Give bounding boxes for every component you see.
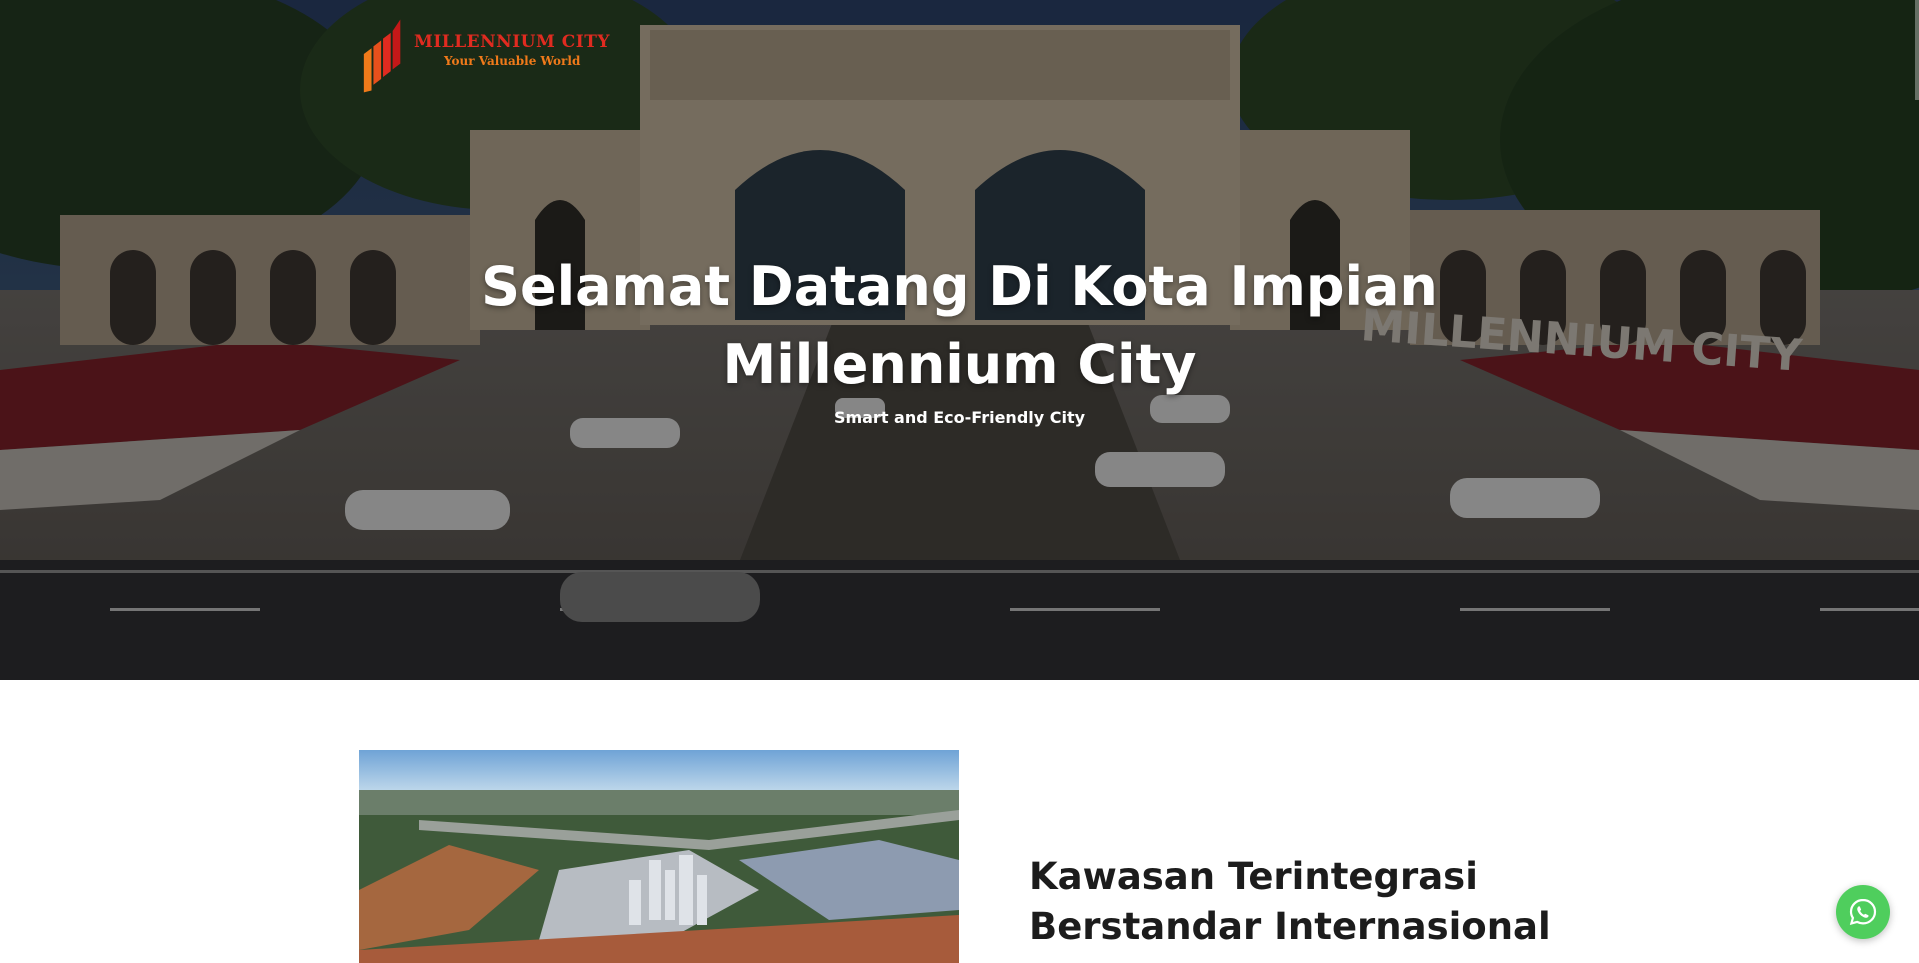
section-heading: Kawasan Terintegrasi Berstandar Internas… [1029,852,1589,952]
hero-banner: MILLENNIUM CITY MILLENNIUM CITY Your Val… [0,0,1919,680]
hero-subtitle: Smart and Eco-Friendly City [833,408,1086,427]
section-heading-line-2: Berstandar Internasional [1029,905,1551,948]
logo-tagline: Your Valuable World [444,54,581,68]
whatsapp-chat-button[interactable] [1836,885,1890,939]
hero-title-line-2: Millennium City [722,333,1197,396]
aerial-city-image [359,750,959,963]
section-heading-line-1: Kawasan Terintegrasi [1029,855,1478,898]
logo-mark-icon [363,19,401,93]
site-logo[interactable]: MILLENNIUM CITY Your Valuable World [360,14,610,94]
scrollbar-thumb[interactable] [1915,0,1919,100]
hero-title-line-1: Selamat Datang Di Kota Impian [481,255,1438,318]
hero-title: Selamat Datang Di Kota Impian Millennium… [0,248,1919,404]
logo-brand-text: MILLENNIUM CITY [414,32,610,52]
whatsapp-icon [1849,898,1877,925]
integrated-area-section: Kawasan Terintegrasi Berstandar Internas… [0,680,1919,963]
